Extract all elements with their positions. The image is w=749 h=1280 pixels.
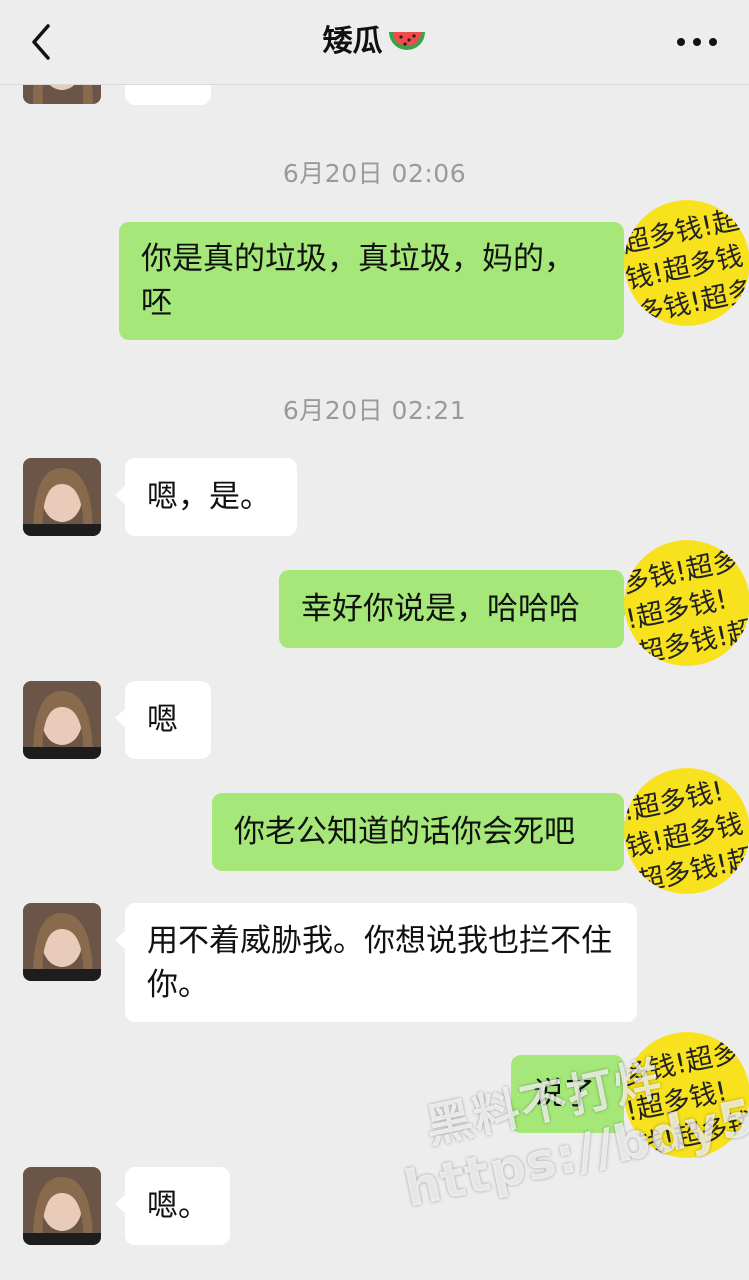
message-text: 你老公知道的话你会死吧	[234, 814, 575, 850]
more-options-button[interactable]	[675, 30, 719, 54]
message-text: 用不着威胁我。你想说我也拦不住你。	[147, 923, 612, 1003]
timestamp: 6月20日 02:21	[282, 396, 467, 425]
contact-avatar[interactable]	[23, 1167, 101, 1245]
message-bubble-outgoing[interactable]: 你老公知道的话你会死吧	[212, 793, 634, 871]
more-dots-icon	[677, 38, 717, 46]
my-avatar[interactable]: 多钱!超多 !超多钱! 超多钱!超	[624, 540, 749, 666]
contact-avatar[interactable]	[23, 458, 101, 536]
message-bubble-incoming[interactable]: 嗯	[115, 681, 211, 759]
message-bubble-outgoing[interactable]: 说了	[511, 1055, 634, 1133]
contact-avatar[interactable]	[23, 681, 101, 759]
message-bubble-incoming[interactable]: 用不着威胁我。你想说我也拦不住你。	[115, 903, 637, 1022]
message-text: 说了	[533, 1076, 595, 1112]
contact-name: 矮瓜	[322, 24, 383, 59]
message-text: 嗯，是。	[147, 479, 271, 515]
message-bubble-incoming[interactable]: 嗯。	[115, 1167, 230, 1245]
message-bubble-incoming[interactable]: 嗯，是。	[115, 458, 297, 536]
my-avatar[interactable]: !超多钱! 钱!超多钱 超多钱!超	[624, 768, 749, 894]
message-bubble-outgoing[interactable]: 你是真的垃圾，真垃圾，妈的，呸	[119, 222, 634, 340]
contact-avatar[interactable]	[23, 903, 101, 981]
watermelon-icon	[388, 32, 425, 50]
message-text: 幸好你说是，哈哈哈	[301, 591, 580, 627]
message-bubble-outgoing[interactable]: 幸好你说是，哈哈哈	[279, 570, 634, 648]
timestamp: 6月20日 02:06	[282, 159, 467, 188]
nav-bar: 矮瓜	[0, 0, 749, 85]
my-avatar[interactable]: 超多钱!超 钱!超多钱 多钱!超多	[624, 200, 749, 326]
my-avatar[interactable]: 多钱!超多 !超多钱! 钱!超多钱	[624, 1032, 749, 1158]
message-text: 嗯。	[147, 1188, 209, 1224]
chat-area[interactable]: 6月20日 02:06 你是真的垃圾，真垃圾，妈的，呸 超多钱!超 钱!超多钱 …	[0, 0, 749, 1280]
chat-title: 矮瓜	[0, 22, 749, 62]
message-text: 嗯	[147, 702, 178, 738]
message-text: 你是真的垃圾，真垃圾，妈的，呸	[141, 241, 575, 321]
